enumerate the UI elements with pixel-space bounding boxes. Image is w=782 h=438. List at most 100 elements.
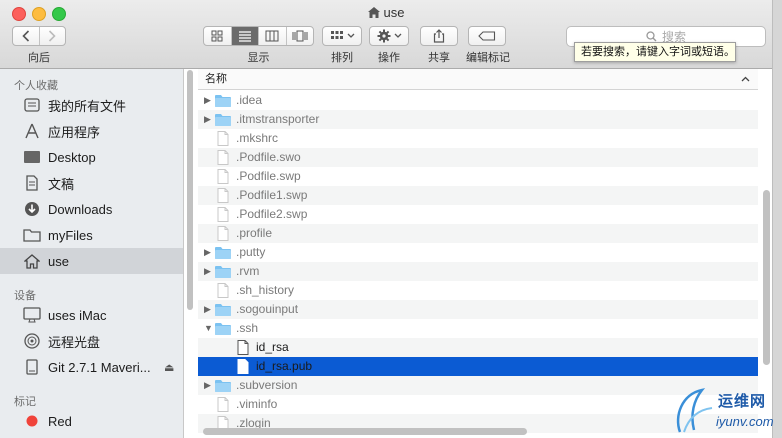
action-button[interactable]: [369, 26, 409, 46]
sidebar-item-label: 远程光盘: [48, 334, 101, 350]
watermark-logo-icon: [676, 388, 713, 433]
gear-icon: [377, 29, 390, 43]
icon-view-button[interactable]: [204, 27, 232, 45]
column-view-button[interactable]: [259, 27, 287, 45]
file-name: .sogouinput: [236, 302, 299, 316]
documents-icon: [22, 174, 42, 192]
sidebar-scrollbar[interactable]: [187, 70, 193, 310]
file-row[interactable]: .Podfile.swp: [198, 167, 758, 186]
folder-row[interactable]: ▶ .idea: [198, 91, 758, 110]
file-row[interactable]: id_rsa.pub: [198, 357, 758, 376]
sidebar-item-label: 应用程序: [48, 124, 101, 140]
folder-row[interactable]: ▶ .putty: [198, 243, 758, 262]
cover-flow-button[interactable]: [287, 27, 314, 45]
sidebar-item-remote-disc[interactable]: 远程光盘: [0, 328, 183, 354]
disclosure-expanded-icon[interactable]: ▼: [204, 319, 214, 338]
sidebar-item-label: Downloads: [48, 201, 113, 217]
desktop-icon: [22, 148, 42, 166]
file-row[interactable]: id_rsa: [198, 338, 758, 357]
disclosure-collapsed-icon[interactable]: ▶: [204, 243, 214, 262]
search-tooltip: 若要搜索，请键入字词或短语。: [574, 42, 736, 62]
file-name: id_rsa: [256, 340, 289, 354]
sidebar-item-label: myFiles: [48, 227, 93, 243]
file-row[interactable]: .Podfile2.swp: [198, 205, 758, 224]
sidebar-item-label: Desktop: [48, 149, 96, 165]
file-name: id_rsa.pub: [256, 359, 313, 373]
document-icon: [234, 359, 252, 375]
sidebar-item-use[interactable]: use: [0, 248, 183, 274]
folder-icon: [214, 245, 232, 261]
file-name: .viminfo: [236, 397, 278, 411]
disclosure-collapsed-icon[interactable]: ▶: [204, 91, 214, 110]
file-list-vertical-scrollbar[interactable]: [763, 190, 770, 365]
file-name: .mkshrc: [236, 131, 278, 145]
column-header-name[interactable]: 名称: [198, 69, 758, 90]
column-header-label: 名称: [205, 73, 227, 85]
share-button[interactable]: [420, 26, 458, 46]
sidebar-item-all-my-files[interactable]: 我的所有文件: [0, 92, 183, 118]
sidebar-item-documents[interactable]: 文稿: [0, 170, 183, 196]
file-name: .Podfile1.swp: [236, 188, 308, 202]
list-icon: [238, 31, 251, 42]
file-row[interactable]: .profile: [198, 224, 758, 243]
folder-row[interactable]: ▶ .itmstransporter: [198, 110, 758, 129]
columns-icon: [265, 30, 279, 42]
sidebar-item-applications[interactable]: 应用程序: [0, 118, 183, 144]
eject-icon[interactable]: ⏏: [164, 361, 174, 374]
arrange-button[interactable]: [322, 26, 362, 46]
disclosure-collapsed-icon[interactable]: ▶: [204, 376, 214, 395]
back-forward-group: [12, 26, 66, 46]
drive-icon: [22, 358, 42, 376]
file-row[interactable]: .Podfile.swo: [198, 148, 758, 167]
document-icon: [214, 397, 232, 413]
file-row[interactable]: .Podfile1.swp: [198, 186, 758, 205]
home-icon: [22, 252, 42, 270]
action-label: 操作: [378, 52, 400, 64]
sidebar-item-myfiles[interactable]: myFiles: [0, 222, 183, 248]
sidebar-item-tag-red[interactable]: Red: [0, 408, 183, 434]
forward-button[interactable]: [40, 27, 66, 45]
tag-icon: [478, 31, 496, 41]
sidebar-item-git-volume[interactable]: Git 2.7.1 Maveri... ⏏: [0, 354, 183, 380]
file-row[interactable]: .mkshrc: [198, 129, 758, 148]
sidebar-item-downloads[interactable]: Downloads: [0, 196, 183, 222]
document-icon: [214, 169, 232, 185]
file-list-horizontal-scrollbar[interactable]: [203, 428, 527, 435]
applications-icon: [22, 122, 42, 140]
edit-tags-button[interactable]: [468, 26, 506, 46]
arrange-label: 排列: [331, 52, 353, 64]
imac-icon: [22, 306, 42, 324]
sidebar-item-label: 我的所有文件: [48, 98, 127, 114]
chevron-down-icon: [347, 33, 354, 38]
arrange-grid-icon: [330, 31, 343, 39]
back-button[interactable]: [13, 27, 40, 45]
sidebar-item-imac[interactable]: uses iMac: [0, 302, 183, 328]
icon-grid-icon: [211, 30, 223, 42]
document-icon: [214, 188, 232, 204]
folder-icon: [214, 264, 232, 280]
folder-row[interactable]: ▶ .sogouinput: [198, 300, 758, 319]
folder-icon: [214, 112, 232, 128]
disclosure-collapsed-icon[interactable]: ▶: [204, 300, 214, 319]
folder-row[interactable]: ▶ .rvm: [198, 262, 758, 281]
file-name: .itmstransporter: [236, 112, 320, 126]
folder-icon: [214, 93, 232, 109]
chevron-left-icon: [22, 30, 29, 42]
file-name: .rvm: [236, 264, 260, 278]
sidebar-item-desktop[interactable]: Desktop: [0, 144, 183, 170]
downloads-icon: [22, 200, 42, 218]
sidebar-item-label: Red: [48, 413, 72, 429]
file-name: .subversion: [236, 378, 298, 392]
sidebar-item-label: use: [48, 253, 69, 269]
cover-flow-icon: [292, 30, 308, 42]
folder-icon: [214, 302, 232, 318]
list-view-button[interactable]: [231, 27, 259, 45]
folder-icon: [214, 321, 232, 337]
chevron-right-icon: [49, 30, 56, 42]
view-mode-control: [203, 26, 314, 46]
file-row[interactable]: .sh_history: [198, 281, 758, 300]
disclosure-collapsed-icon[interactable]: ▶: [204, 262, 214, 281]
document-icon: [214, 131, 232, 147]
folder-row[interactable]: ▼ .ssh: [198, 319, 758, 338]
disclosure-collapsed-icon[interactable]: ▶: [204, 110, 214, 129]
